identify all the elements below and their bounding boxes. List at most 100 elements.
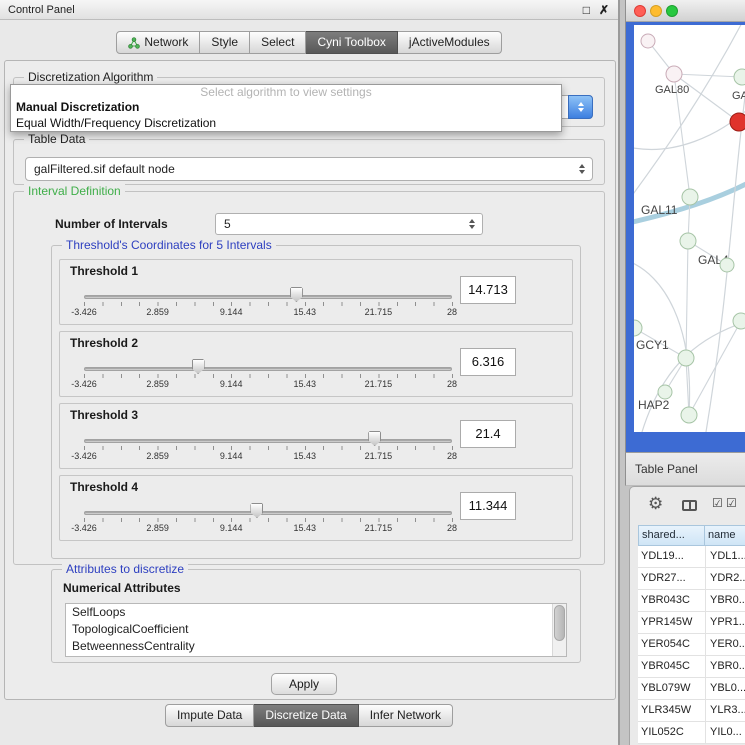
- table-row[interactable]: YBL079WYBL0...: [638, 678, 745, 700]
- table-row[interactable]: YBR043CYBR0...: [638, 590, 745, 612]
- network-graph[interactable]: GAL80GAGAL11GAL4GCY1HAP2: [634, 25, 745, 432]
- network-node-gcy1[interactable]: [634, 320, 642, 336]
- slider-thumb[interactable]: [192, 359, 205, 374]
- bottom-tab-impute-data[interactable]: Impute Data: [165, 704, 254, 727]
- restore-window-icon[interactable]: □: [583, 0, 590, 20]
- network-node-hap2[interactable]: [658, 385, 672, 399]
- network-node[interactable]: [733, 313, 745, 329]
- table-row[interactable]: YER054CYER0...: [638, 634, 745, 656]
- scrollbar-thumb-icon[interactable]: [554, 605, 565, 641]
- numerical-attributes-list[interactable]: SelfLoopsTopologicalCoefficientBetweenne…: [65, 603, 567, 657]
- gear-icon[interactable]: ⚙: [648, 494, 663, 514]
- tab-network[interactable]: Network: [116, 31, 200, 54]
- network-tab-icon: [128, 37, 140, 49]
- network-node-gal4[interactable]: [680, 233, 696, 249]
- table-column-header-shared-[interactable]: shared...: [638, 525, 705, 546]
- tab-cyni-toolbox[interactable]: Cyni Toolbox: [306, 31, 397, 54]
- table-column-header-name[interactable]: name: [704, 525, 745, 546]
- attribute-list-item[interactable]: BetweennessCentrality: [66, 638, 566, 655]
- table-data-combobox[interactable]: galFiltered.sif default node: [25, 157, 593, 181]
- threshold-value-field[interactable]: 11.344: [460, 492, 516, 520]
- checkbox-icon[interactable]: ☑: [712, 496, 723, 510]
- threshold-value-field[interactable]: 6.316: [460, 348, 516, 376]
- network-node-gal80[interactable]: [666, 66, 682, 82]
- slider-scale-label: -3.426: [71, 523, 97, 533]
- network-node-ga[interactable]: [734, 69, 745, 85]
- attribute-list-item[interactable]: TopologicalCoefficient: [66, 621, 566, 638]
- apply-button[interactable]: Apply: [271, 673, 337, 695]
- close-traffic-light-icon[interactable]: [634, 5, 646, 17]
- network-node[interactable]: [720, 258, 734, 272]
- table-row[interactable]: YDL19...YDL1...: [638, 546, 745, 568]
- algorithm-option-manual-discretization[interactable]: Manual Discretization: [11, 99, 561, 115]
- minimize-traffic-light-icon[interactable]: [650, 5, 662, 17]
- network-node[interactable]: [681, 407, 697, 423]
- tab-jactivemodules[interactable]: jActiveModules: [398, 31, 502, 54]
- combobox-stepper-icon[interactable]: [568, 95, 593, 119]
- attributes-legend: Attributes to discretize: [62, 562, 188, 576]
- bottom-tab-infer-network[interactable]: Infer Network: [359, 704, 453, 727]
- network-node-label: GCY1: [636, 338, 669, 352]
- slider-track[interactable]: [84, 367, 452, 371]
- show-columns-icon[interactable]: [682, 500, 697, 511]
- slider-scale-label: 28: [447, 523, 457, 533]
- slider-scale-label: 9.144: [220, 379, 243, 389]
- table-row[interactable]: YLR345WYLR3...: [638, 700, 745, 722]
- threshold-value-field[interactable]: 14.713: [460, 276, 516, 304]
- checkbox-icon[interactable]: ☑: [726, 496, 737, 510]
- threshold-label: Threshold 3: [70, 408, 138, 422]
- slider-track[interactable]: [84, 295, 452, 299]
- slider-scale-label: 28: [447, 307, 457, 317]
- table-row[interactable]: YIL052CYIL0...: [638, 722, 745, 744]
- slider-scale-label: 9.144: [220, 307, 243, 317]
- slider-scale-label: 9.144: [220, 451, 243, 461]
- network-node-label: HAP2: [638, 398, 670, 412]
- bottom-tab-label: Discretize Data: [265, 705, 346, 726]
- table-cell: YDL19...: [641, 546, 684, 567]
- number-of-intervals-combobox[interactable]: 5: [215, 213, 483, 235]
- screen: Control Panel □ ✗ NetworkStyleSelectCyni…: [0, 0, 745, 745]
- slider-scale-label: -3.426: [71, 307, 97, 317]
- algorithm-dropdown-popup: Select algorithm to view settings Manual…: [10, 84, 562, 132]
- network-desktop: GAL80GAGAL11GAL4GCY1HAP2: [626, 22, 745, 452]
- combobox-arrows-icon: [469, 219, 475, 229]
- slider-scale-label: 9.144: [220, 523, 243, 533]
- window-title: Control Panel: [8, 0, 75, 20]
- network-node[interactable]: [678, 350, 694, 366]
- table-cell: YLR345W: [641, 700, 691, 721]
- close-window-icon[interactable]: ✗: [599, 0, 609, 20]
- slider-thumb[interactable]: [368, 431, 381, 446]
- control-panel-content: Discretization Algorithm Table Data galF…: [4, 60, 616, 700]
- dropdown-hint-item: Select algorithm to view settings: [11, 85, 561, 99]
- slider-scale-label: 2.859: [146, 451, 169, 461]
- slider-thumb[interactable]: [250, 503, 263, 518]
- algorithm-option-equal-width-frequency-discretization[interactable]: Equal Width/Frequency Discretization: [11, 115, 561, 131]
- network-canvas[interactable]: GAL80GAGAL11GAL4GCY1HAP2: [634, 25, 745, 432]
- threshold-panel-1: Threshold 114.713-3.4262.8599.14415.4321…: [59, 259, 573, 325]
- table-cell: YIL052C: [641, 722, 684, 743]
- table-cell: YPR1...: [705, 612, 745, 633]
- network-node-gal11[interactable]: [682, 189, 698, 205]
- attributes-scrollbar[interactable]: [552, 604, 566, 656]
- tab-style[interactable]: Style: [200, 31, 250, 54]
- table-row[interactable]: YPR145WYPR1...: [638, 612, 745, 634]
- network-node[interactable]: [641, 34, 655, 48]
- table-browser-window: ⚙ ☑ ☑ shared...nameYDL19...YDL1...YDR27.…: [629, 486, 745, 745]
- slider-thumb[interactable]: [290, 287, 303, 302]
- network-edge: [686, 241, 688, 358]
- table-row[interactable]: YDR27... YDR2...: [638, 568, 745, 590]
- slider-scale-label: 21.715: [365, 523, 393, 533]
- table-row[interactable]: YBR045CYBR0...: [638, 656, 745, 678]
- slider-track[interactable]: [84, 439, 452, 443]
- table-cell: YDR2...: [705, 568, 745, 589]
- table-cell: YDR27...: [641, 568, 686, 589]
- tab-select[interactable]: Select: [250, 31, 306, 54]
- network-edge: [634, 109, 745, 149]
- zoom-traffic-light-icon[interactable]: [666, 5, 678, 17]
- threshold-value-field[interactable]: 21.4: [460, 420, 516, 448]
- network-node[interactable]: [730, 113, 745, 131]
- bottom-tab-discretize-data[interactable]: Discretize Data: [254, 704, 358, 727]
- network-edge: [674, 74, 739, 122]
- slider-track[interactable]: [84, 511, 452, 515]
- attribute-list-item[interactable]: SelfLoops: [66, 604, 566, 621]
